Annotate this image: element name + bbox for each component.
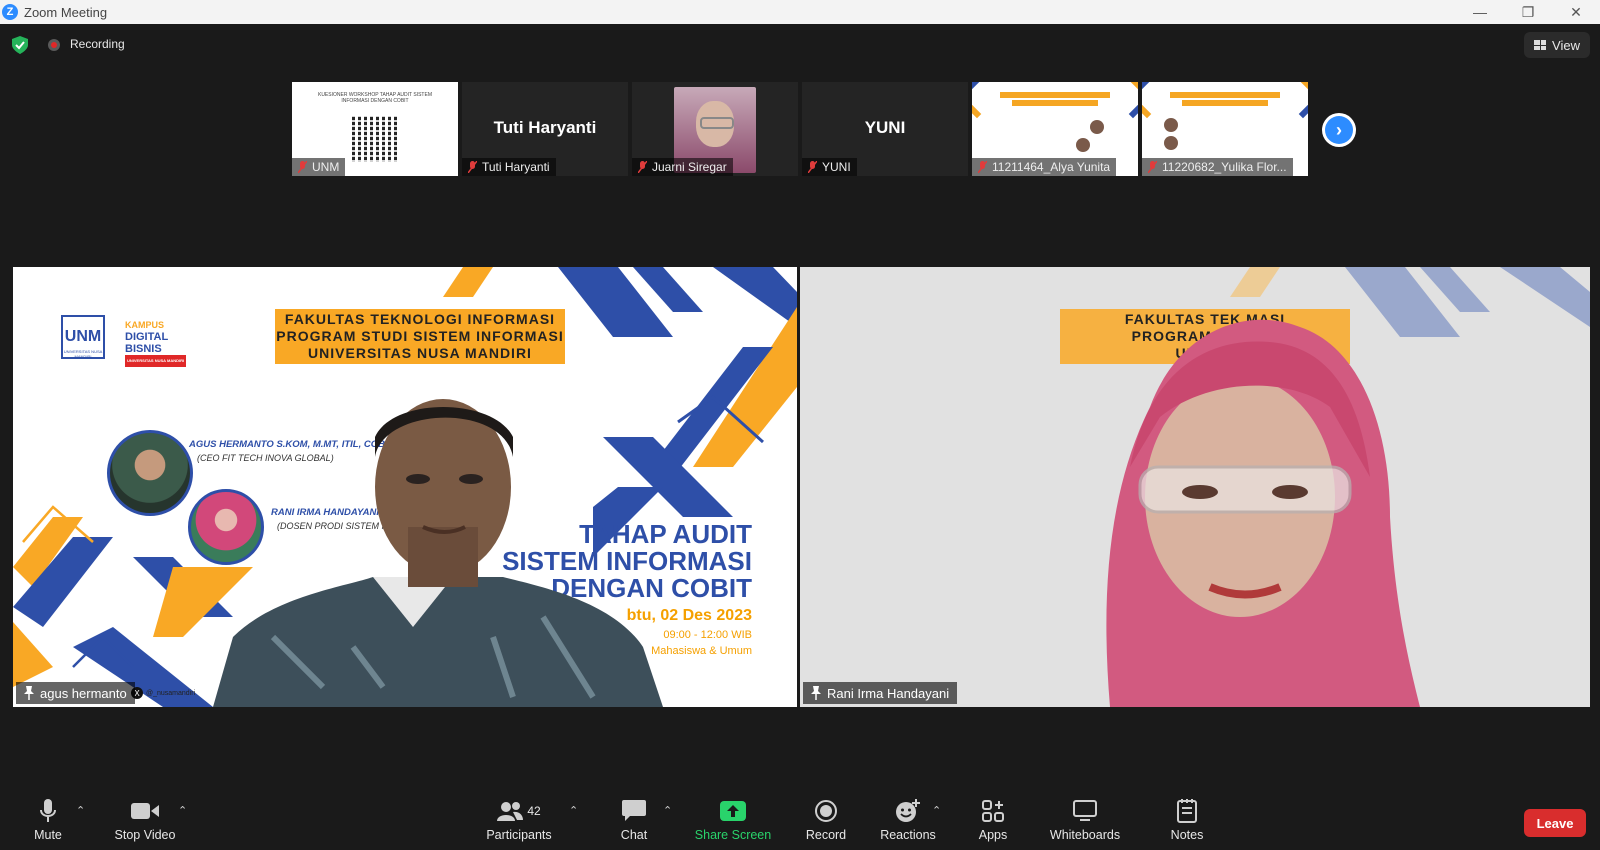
zoom-logo-icon: Z (2, 4, 18, 20)
questionnaire-text: KUESIONER WORKSHOP TAHAP AUDIT SISTEM IN… (317, 92, 432, 104)
record-icon (815, 800, 837, 822)
participant-name-label: Rani Irma Handayani (803, 682, 958, 704)
event-audience: Mahasiswa & Umum (651, 645, 752, 657)
participant-thumbnail[interactable]: 11220682_Yulika Flor... (1142, 82, 1308, 176)
whiteboard-icon (1073, 800, 1097, 821)
audio-options-caret[interactable]: ⌃ (76, 804, 85, 817)
participant-video (1106, 319, 1420, 707)
pin-icon (24, 686, 34, 700)
share-screen-button[interactable]: Share Screen (688, 798, 778, 842)
participant-name: YUNI (802, 158, 857, 176)
muted-mic-icon (978, 161, 987, 173)
window-controls: — ❐ ✕ (1456, 0, 1600, 24)
restore-button[interactable]: ❐ (1504, 0, 1552, 24)
participant-count: 42 (527, 804, 541, 818)
participant-thumbnail[interactable]: KUESIONER WORKSHOP TAHAP AUDIT SISTEM IN… (292, 82, 458, 176)
participant-name-label: agus hermanto (16, 682, 135, 704)
muted-mic-icon (468, 161, 477, 173)
video-camera-icon (131, 803, 159, 819)
minimize-button[interactable]: — (1456, 0, 1504, 24)
view-button[interactable]: View (1524, 32, 1590, 58)
participant-display-name: YUNI (864, 118, 906, 137)
event-time: 09:00 - 12:00 WIB (663, 629, 752, 641)
video-tile-rani-irma-handayani[interactable]: FAKULTAS TEK MASI PROGRAM STU ASI UNIVER… (800, 267, 1590, 707)
participant-name: Tuti Haryanti (462, 158, 556, 176)
participant-thumbnail[interactable]: YUNI YUNI (802, 82, 968, 176)
next-page-button[interactable]: › (1322, 113, 1356, 147)
notes-button[interactable]: Notes (1142, 798, 1232, 842)
grid-view-icon (1534, 40, 1547, 50)
chat-bubble-icon (622, 800, 646, 821)
participant-name: Juarni Siregar (632, 158, 733, 176)
participant-name: 11211464_Alya Yunita (972, 158, 1117, 176)
recording-icon[interactable] (48, 39, 60, 51)
qr-code (352, 116, 398, 162)
presenter-video (213, 399, 663, 707)
pin-icon (811, 686, 821, 700)
apps-button[interactable]: Apps (948, 798, 1038, 842)
leave-button[interactable]: Leave (1524, 809, 1586, 837)
participants-button[interactable]: 42 Participants (474, 798, 564, 842)
participant-name: UNM (292, 158, 346, 176)
apps-grid-icon (982, 800, 1004, 822)
participant-thumbnail[interactable]: Juarni Siregar (632, 82, 798, 176)
reactions-options-caret[interactable]: ⌃ (932, 804, 941, 817)
chevron-right-icon: › (1325, 116, 1353, 144)
recording-label: Recording (70, 37, 125, 51)
faculty-banner: FAKULTAS TEKNOLOGI INFORMASI PROGRAM STU… (275, 309, 565, 364)
speaker-photo (107, 430, 193, 516)
meeting-toolbar: Mute ⌃ Stop Video ⌃ 42 Participants ⌃ Ch… (0, 790, 1600, 850)
participant-name: 11220682_Yulika Flor... (1142, 158, 1293, 176)
participant-thumbnail[interactable]: 11211464_Alya Yunita (972, 82, 1138, 176)
muted-mic-icon (808, 161, 817, 173)
window-title: Zoom Meeting (24, 4, 108, 20)
social-handle: X @_nusamandiri (131, 687, 195, 699)
muted-mic-icon (1148, 161, 1157, 173)
close-button[interactable]: ✕ (1552, 0, 1600, 24)
chat-options-caret[interactable]: ⌃ (663, 804, 672, 817)
whiteboards-button[interactable]: Whiteboards (1040, 798, 1130, 842)
university-logo-subtitle: UNIVERSITAS NUSA MANDIRI (63, 349, 103, 359)
stop-video-button[interactable]: Stop Video (100, 798, 190, 842)
share-screen-icon (720, 801, 746, 821)
meeting-top-strip: Recording View (0, 24, 1600, 66)
kampus-digital-bisnis-logo: KAMPUS DIGITAL BISNIS UNIVERSITAS NUSA M… (125, 319, 187, 367)
participant-display-name: Tuti Haryanti (493, 118, 597, 137)
microphone-icon (40, 799, 56, 822)
video-options-caret[interactable]: ⌃ (178, 804, 187, 817)
security-shield-icon[interactable] (12, 36, 28, 54)
participants-options-caret[interactable]: ⌃ (569, 804, 578, 817)
view-label: View (1552, 37, 1580, 53)
muted-mic-icon (298, 161, 307, 173)
muted-mic-icon (638, 161, 647, 173)
participants-icon (497, 802, 524, 821)
record-button[interactable]: Record (781, 798, 871, 842)
video-tile-agus-hermanto[interactable]: UNM UNIVERSITAS NUSA MANDIRI KAMPUS DIGI… (13, 267, 797, 707)
reaction-smile-icon (896, 799, 920, 822)
title-bar: Z Zoom Meeting — ❐ ✕ (0, 0, 1600, 24)
participant-thumbnail[interactable]: Tuti Haryanti Tuti Haryanti (462, 82, 628, 176)
notes-icon (1177, 799, 1197, 823)
